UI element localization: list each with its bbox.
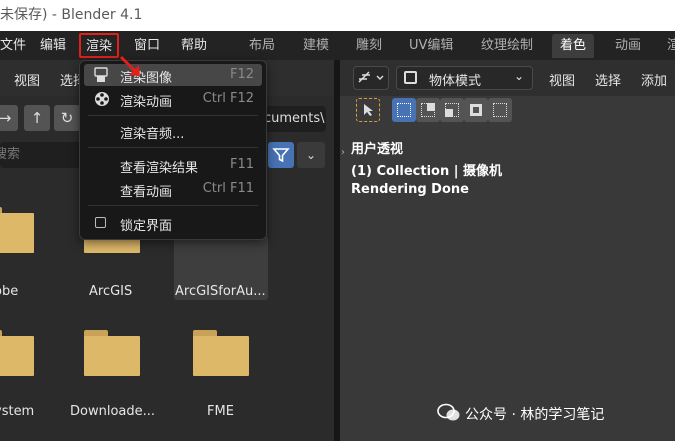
object-mode-label: 物体模式 [429,74,482,89]
menu-item-render-animation[interactable]: 渲染动画 Ctrl F12 [84,88,262,110]
film-reel-icon [95,92,109,106]
menu-item-label: 渲染音频... [120,127,185,142]
window-title: 未保存) - Blender 4.1 [0,7,143,23]
folder-icon[interactable] [0,330,34,376]
menu-item-render-image[interactable]: 渲染图像 F12 [84,64,262,86]
folder-icon[interactable] [84,330,140,376]
folder-label[interactable]: obe [0,284,18,299]
select-subtract-icon[interactable] [440,98,464,122]
chevron-right-icon[interactable]: › [341,147,345,158]
menu-item-label: 锁定界面 [120,219,173,234]
menu-item-lock-interface[interactable]: 锁定界面 [84,212,262,234]
menu-item-view-animation[interactable]: 查看动画 Ctrl F11 [84,178,262,200]
editor-type-button[interactable] [353,66,389,90]
folder-label-selected[interactable]: ArcGISforAu... [175,284,266,299]
menu-item-shortcut: Ctrl F12 [202,91,254,106]
menu-bar: 文件 编辑 渲染 窗口 帮助 布局 建模 雕刻 UV编辑 纹理绘制 着色 动画 … [0,31,675,60]
filter-dropdown[interactable]: ⌄ [297,142,325,168]
menu-separator [88,205,258,206]
render-image-icon [94,67,108,82]
menu-item-label: 查看动画 [120,185,173,200]
tab-animation[interactable]: 动画 [615,34,641,58]
folder-label[interactable]: Downloade... [70,404,155,419]
menu-separator [88,115,258,116]
menu-item-shortcut: Ctrl F11 [202,181,254,196]
tab-texture-paint[interactable]: 纹理绘制 [481,34,533,58]
select-tweak-icon[interactable] [356,98,380,122]
menu-item-label: 渲染动画 [120,95,173,110]
chevron-down-icon: ⌄ [513,69,524,83]
folder-label[interactable]: FME [207,404,234,419]
refresh-icon[interactable]: ↻ [54,105,80,131]
menu-item-shortcut: F12 [229,67,254,82]
object-mode-icon [404,71,417,84]
arrow-up-icon[interactable]: ↑ [24,105,50,131]
tab-sculpting[interactable]: 雕刻 [356,34,382,58]
viewport-view-menu[interactable]: 视图 [549,70,575,89]
select-invert-icon[interactable] [488,98,512,122]
path-text: cuments\ [264,111,325,126]
menu-item-render-audio[interactable]: 渲染音频... [84,120,262,142]
menu-edit[interactable]: 编辑 [40,31,66,60]
tab-uv-editing[interactable]: UV编辑 [409,34,453,58]
menu-help[interactable]: 帮助 [181,31,207,60]
3d-viewport[interactable]: 物体模式 ⌄ 视图 选择 添加 › 用户透视 (1) Collection | … [340,60,675,441]
arrow-right-icon[interactable]: → [0,105,18,131]
wechat-icon [437,403,460,421]
folder-label[interactable]: ystem [0,404,34,419]
watermark-text: 公众号 · 林的学习笔记 [465,407,605,423]
viewport-header: 物体模式 ⌄ 视图 选择 添加 [340,60,675,96]
menu-separator [88,147,258,148]
render-menu: 渲染图像 F12 渲染动画 Ctrl F12 渲染音频... 查看渲染结果 F1… [79,60,267,240]
chevron-down-icon: ⌄ [305,148,317,162]
folder-icon[interactable] [193,330,249,376]
viewport-select-menu[interactable]: 选择 [595,70,621,89]
tab-rendering[interactable]: 渲 [667,34,675,58]
menu-item-label: 查看渲染结果 [120,161,199,176]
menu-file[interactable]: 文件 [0,31,26,60]
path-input[interactable]: cuments\ [264,106,326,132]
file-browser-view-menu[interactable]: 视图 [14,70,40,89]
viewport-add-menu[interactable]: 添加 [641,70,667,89]
folder-icon[interactable] [0,207,34,253]
filter-button[interactable] [268,142,294,168]
viewport-collection-label: (1) Collection | 摄像机 [351,164,503,179]
annotation-arrow-icon [119,55,140,76]
search-placeholder: 搜索 [0,147,21,162]
select-intersect-icon[interactable] [464,98,488,122]
viewport-perspective-label: 用户透视 [351,142,404,157]
axes-icon [358,71,384,83]
tab-shading[interactable]: 着色 [552,34,595,58]
select-extend-icon[interactable] [416,98,440,122]
menu-item-view-render[interactable]: 查看渲染结果 F11 [84,154,262,176]
menu-item-shortcut: F11 [229,157,254,172]
checkbox-icon[interactable] [95,217,106,228]
viewport-status-label: Rendering Done [351,182,469,197]
select-box-icon[interactable] [392,98,416,122]
window-titlebar: 未保存) - Blender 4.1 [0,0,675,31]
menu-render[interactable]: 渲染 [79,33,120,58]
tab-layout[interactable]: 布局 [249,34,275,58]
folder-label[interactable]: ArcGIS [89,284,132,299]
object-mode-dropdown[interactable]: 物体模式 ⌄ [396,66,533,90]
tab-modeling[interactable]: 建模 [303,34,329,58]
funnel-icon [272,148,290,163]
